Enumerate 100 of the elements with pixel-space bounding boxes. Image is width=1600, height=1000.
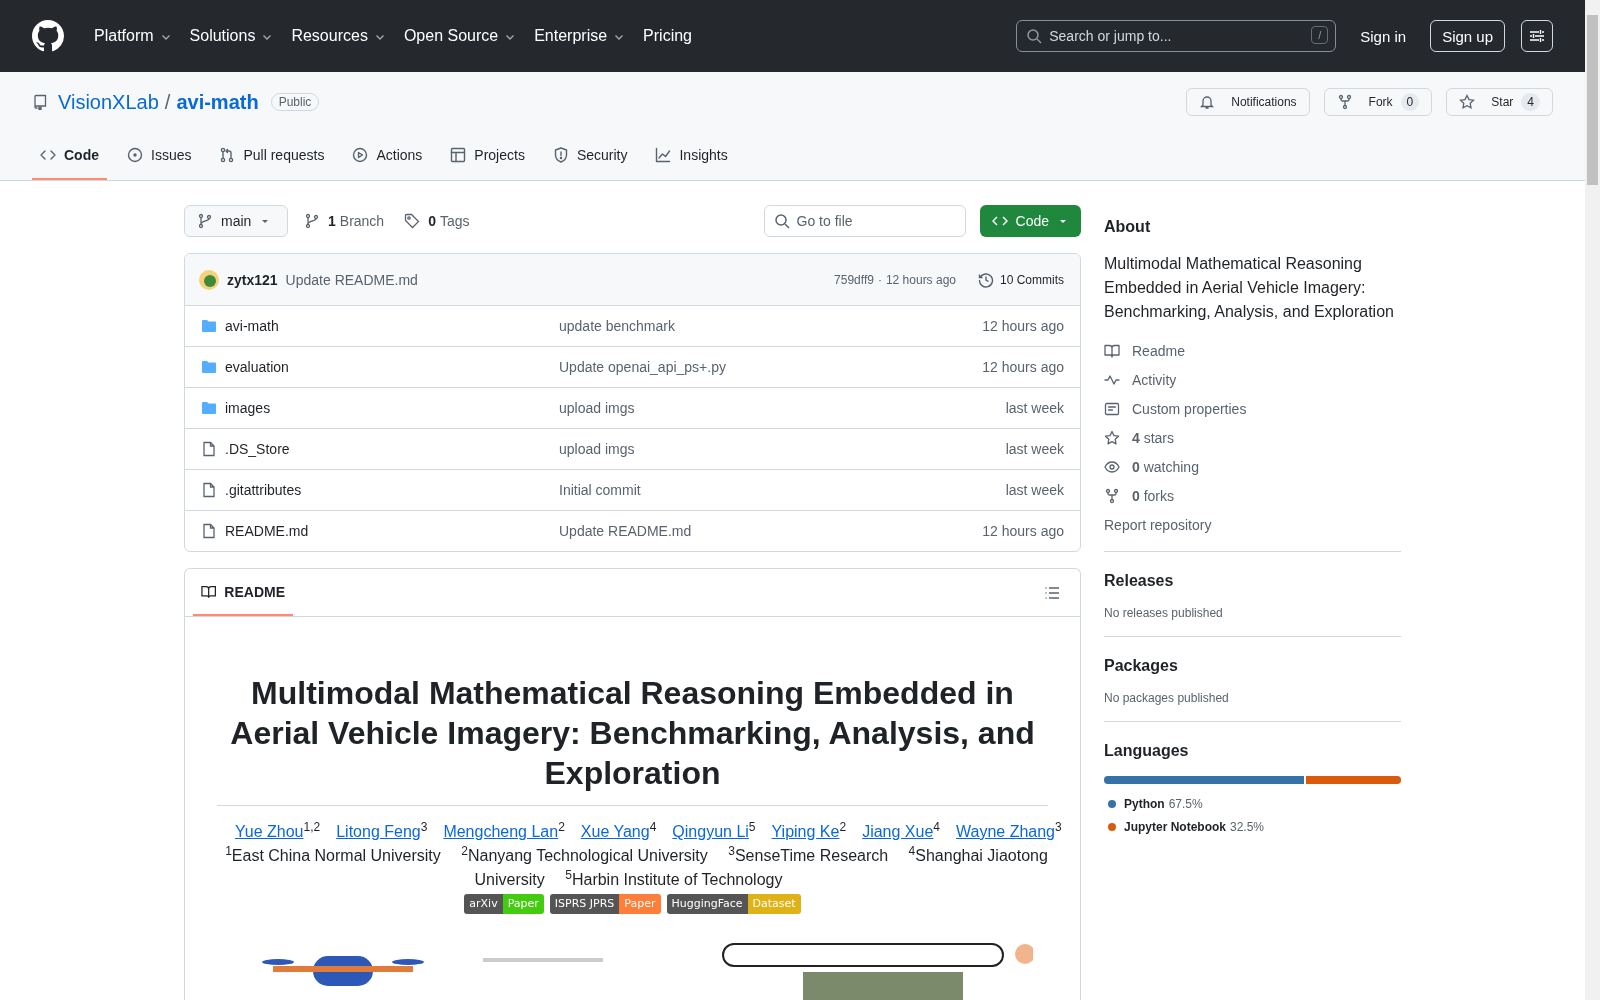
- pull-request-icon: [219, 147, 236, 163]
- eye-icon: [1104, 458, 1120, 475]
- branch-icon: [197, 213, 213, 229]
- settings-button[interactable]: [1521, 20, 1553, 52]
- file-name-link[interactable]: images: [225, 400, 551, 416]
- author-link[interactable]: Yue Zhou: [235, 823, 304, 840]
- repo-tab[interactable]: Projects: [442, 132, 533, 180]
- code-button[interactable]: Code: [979, 205, 1081, 237]
- file-icon: [201, 523, 217, 539]
- path-separator: /: [164, 90, 171, 114]
- nav-menu-item[interactable]: Solutions: [181, 21, 282, 51]
- commits-link[interactable]: 10 Commits: [978, 271, 1064, 288]
- author-link[interactable]: Mengcheng Lan: [443, 823, 559, 840]
- branch-icon: [304, 213, 320, 229]
- history-icon: [978, 271, 994, 288]
- sidebar-link[interactable]: 0 watching: [1104, 456, 1401, 477]
- commit-time: 12 hours ago: [885, 272, 956, 287]
- commit-message-link[interactable]: Update README.md: [559, 523, 975, 539]
- sign-up-button[interactable]: Sign up: [1430, 20, 1505, 52]
- repo-tab[interactable]: Pull requests: [211, 132, 333, 180]
- branch-selector[interactable]: main: [184, 205, 288, 237]
- sidebar-link[interactable]: 4 stars: [1104, 427, 1401, 448]
- sliders-icon: [1529, 28, 1545, 44]
- releases-heading[interactable]: Releases: [1104, 572, 1401, 590]
- repo-tab[interactable]: Security: [544, 132, 636, 180]
- file-name-link[interactable]: avi-math: [225, 318, 551, 334]
- file-name-link[interactable]: README.md: [225, 523, 551, 539]
- commit-message-link[interactable]: Initial commit: [559, 482, 998, 498]
- commit-time: 12 hours ago: [982, 523, 1064, 539]
- star-button[interactable]: Star 4: [1446, 88, 1553, 116]
- report-link[interactable]: Report repository: [1104, 514, 1401, 535]
- sidebar-link[interactable]: Readme: [1104, 340, 1401, 361]
- sidebar-link[interactable]: Custom properties: [1104, 398, 1401, 419]
- packages-note: No packages published: [1104, 691, 1230, 705]
- language-percent: 32.5%: [1230, 819, 1265, 834]
- commit-message-link[interactable]: update benchmark: [559, 318, 975, 334]
- sign-in-link[interactable]: Sign in: [1360, 27, 1407, 45]
- repo-tab[interactable]: Code: [32, 132, 107, 180]
- tags-link[interactable]: 0 Tags: [400, 213, 474, 229]
- language-name[interactable]: Jupyter Notebook: [1124, 819, 1226, 834]
- sidebar-link[interactable]: 0 forks: [1104, 485, 1401, 506]
- language-percent: 67.5%: [1168, 796, 1203, 811]
- author-link[interactable]: Litong Feng: [336, 823, 421, 840]
- nav-menu-item[interactable]: Platform: [86, 21, 180, 51]
- nav-menu-item[interactable]: Resources: [283, 21, 394, 51]
- nav-menu-item[interactable]: Pricing: [635, 21, 700, 51]
- scrollbar[interactable]: [1585, 0, 1600, 1000]
- repository-name-link[interactable]: avi-math: [176, 90, 259, 114]
- packages-heading[interactable]: Packages: [1104, 657, 1401, 675]
- fork-button[interactable]: Fork 0: [1323, 88, 1433, 116]
- fork-icon: [1104, 487, 1120, 504]
- releases-note: No releases published: [1104, 606, 1224, 620]
- notifications-button[interactable]: Notifications: [1186, 88, 1310, 116]
- commit-time: 12 hours ago: [982, 318, 1064, 334]
- star-icon: [1104, 429, 1120, 446]
- author-link[interactable]: Yiping Ke: [771, 823, 840, 840]
- branches-link[interactable]: 1 Branch: [300, 213, 389, 229]
- shortcut-key: /: [1311, 26, 1329, 44]
- table-icon: [450, 147, 467, 163]
- commit-message-link[interactable]: Update README.md: [285, 271, 418, 288]
- file-icon: [201, 482, 217, 498]
- owner-link[interactable]: VisionXLab: [58, 90, 159, 114]
- affiliations-line: $^{1}$East China Normal University $^{2}$Nanyang Technological University $^{3}$SenseTime Research $^{4}$Shanghai Jiaotong University $^{5}$Harbin Institute of Technology: [224, 844, 1048, 890]
- button-label: Star: [1491, 95, 1514, 109]
- search-icon: [1026, 28, 1043, 44]
- commit-time: last week: [1005, 441, 1064, 457]
- octocat-logo-icon[interactable]: [32, 20, 64, 52]
- bell-icon: [1199, 94, 1216, 110]
- commit-message-link[interactable]: upload imgs: [559, 441, 998, 457]
- affiliation-mark: 5: [748, 819, 756, 834]
- book-icon: [1104, 342, 1120, 359]
- commit-message-link[interactable]: Update openai_api_ps+.py: [559, 359, 975, 375]
- about-heading: About: [1104, 218, 1152, 236]
- repo-tab[interactable]: Issues: [119, 132, 200, 180]
- affiliation-mark: 1,2: [303, 819, 321, 834]
- commit-hash[interactable]: 759dff9: [834, 272, 874, 287]
- author-link[interactable]: Xue Yang: [580, 823, 650, 840]
- file-name-link[interactable]: .DS_Store: [225, 441, 551, 457]
- commit-author-link[interactable]: zytx121: [227, 271, 278, 288]
- readme-tab[interactable]: README: [193, 569, 293, 616]
- sidebar-link[interactable]: Activity: [1104, 369, 1401, 390]
- commit-message-link[interactable]: upload imgs: [559, 400, 998, 416]
- author-link[interactable]: Wayne Zhang: [956, 823, 1055, 840]
- go-to-file-field[interactable]: Go to file: [763, 205, 966, 237]
- affiliation-mark: 4: [933, 819, 940, 834]
- language-name[interactable]: Python: [1124, 796, 1165, 811]
- scrollbar-thumb[interactable]: [1587, 15, 1598, 185]
- readme-title: Multimodal Mathematical Reasoning Embedded in Aerial Vehicle Imagery: Benchmarking, Analysis, and Exploration: [217, 673, 1048, 806]
- affiliation-mark: 3: [1055, 819, 1062, 834]
- nav-menu-item[interactable]: Open Source: [395, 21, 525, 51]
- file-name-link[interactable]: evaluation: [225, 359, 551, 375]
- folder-icon: [201, 359, 217, 375]
- author-link[interactable]: Jiang Xue: [862, 823, 934, 840]
- nav-menu-item[interactable]: Enterprise: [526, 21, 634, 51]
- repo-tab[interactable]: Actions: [344, 132, 431, 180]
- avatar-icon: [199, 269, 219, 290]
- author-link[interactable]: Qingyun Li: [672, 823, 749, 840]
- button-label: Fork: [1368, 95, 1393, 109]
- repo-tab[interactable]: Insights: [647, 132, 736, 180]
- file-name-link[interactable]: .gitattributes: [225, 482, 551, 498]
